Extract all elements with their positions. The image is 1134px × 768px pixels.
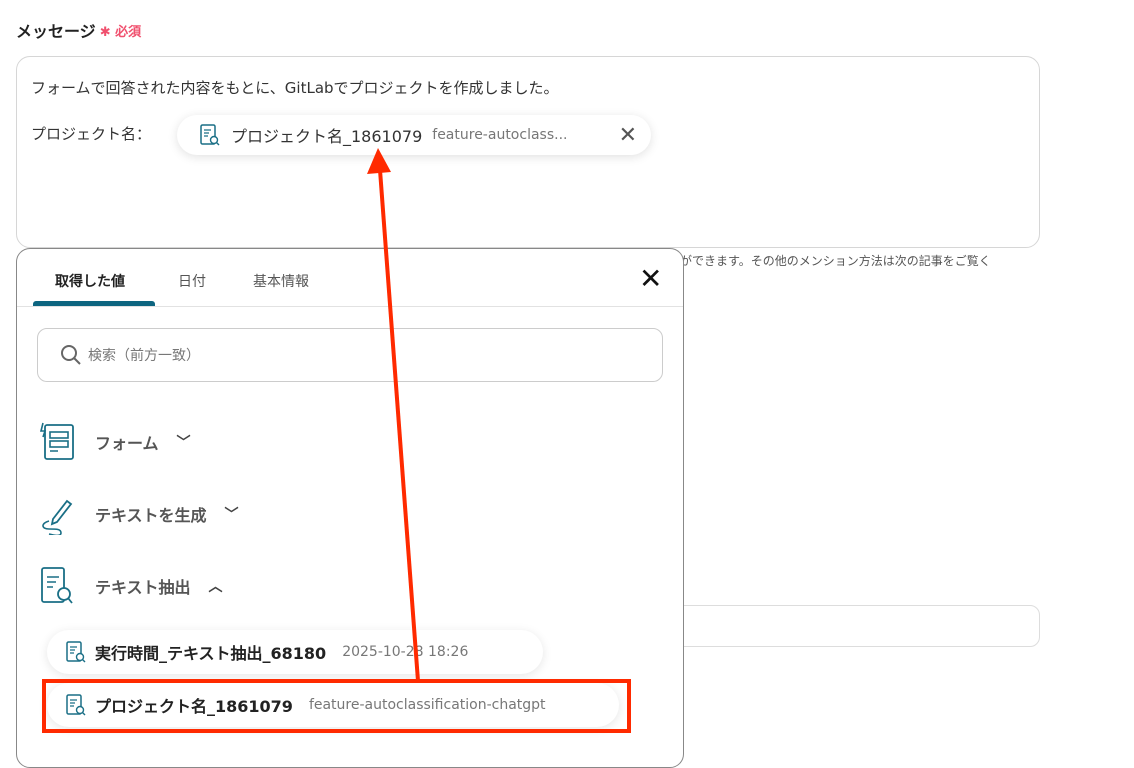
chevron-up-icon: ︿ xyxy=(208,579,223,595)
tab-bar: 取得した値 日付 基本情報 ✕ xyxy=(17,249,683,307)
item-name: 実行時間_テキスト抽出_68180 xyxy=(95,644,327,663)
section-text-extraction[interactable]: テキスト抽出 ︿ xyxy=(39,565,223,607)
active-tab-indicator xyxy=(33,301,155,306)
pen-icon xyxy=(42,499,73,535)
search-placeholder: 検索（前方一致） xyxy=(88,348,200,364)
message-line: フォームで回答された内容をもとに、GitLabでプロジェクトを作成しました。 xyxy=(31,79,559,97)
message-line: プロジェクト名： xyxy=(31,125,152,143)
message-textarea[interactable]: フォームで回答された内容をもとに、GitLabでプロジェクトを作成しました。 プ… xyxy=(16,56,1040,248)
chevron-down-icon: ﹀ xyxy=(224,507,239,523)
field-label: メッセージ ✱ 必須 xyxy=(16,18,141,42)
chip-value: feature-autoclass... xyxy=(432,127,568,143)
section-form[interactable]: フォーム ﹀ xyxy=(39,421,191,463)
search-icon xyxy=(61,345,81,365)
text-extract-icon xyxy=(66,641,86,663)
tab-acquired-values[interactable]: 取得した値 xyxy=(55,271,125,291)
background-field[interactable] xyxy=(640,605,1040,647)
section-label: フォーム xyxy=(95,434,159,453)
required-text: 必須 xyxy=(115,24,142,40)
close-icon[interactable]: ✕ xyxy=(639,265,662,293)
tab-date[interactable]: 日付 xyxy=(178,271,206,291)
highlight-box xyxy=(42,679,631,733)
chevron-down-icon: ﹀ xyxy=(176,435,191,451)
help-text: ができます。その他のメンション方法は次の記事をご覧く xyxy=(680,254,991,268)
tab-basic-info[interactable]: 基本情報 xyxy=(253,271,309,291)
chip-remove-icon[interactable]: ✕ xyxy=(619,123,637,148)
text-extract-icon xyxy=(200,124,220,146)
text-extract-icon xyxy=(41,567,73,604)
label-text: メッセージ xyxy=(16,22,96,41)
section-label: テキスト抽出 xyxy=(95,578,191,597)
section-generate-text[interactable]: テキストを生成 ﹀ xyxy=(39,493,239,535)
variable-item[interactable]: 実行時間_テキスト抽出_68180 2025-10-28 18:26 xyxy=(47,630,543,674)
search-input[interactable]: 検索（前方一致） xyxy=(37,328,663,382)
section-label: テキストを生成 xyxy=(95,506,207,525)
chip-name: プロジェクト名_1861079 xyxy=(231,127,423,146)
item-value: 2025-10-28 18:26 xyxy=(342,644,469,660)
variable-chip[interactable]: プロジェクト名_1861079 feature-autoclass... ✕ xyxy=(177,115,651,155)
required-badge: ✱ 必須 xyxy=(99,24,142,40)
form-icon xyxy=(39,422,74,460)
